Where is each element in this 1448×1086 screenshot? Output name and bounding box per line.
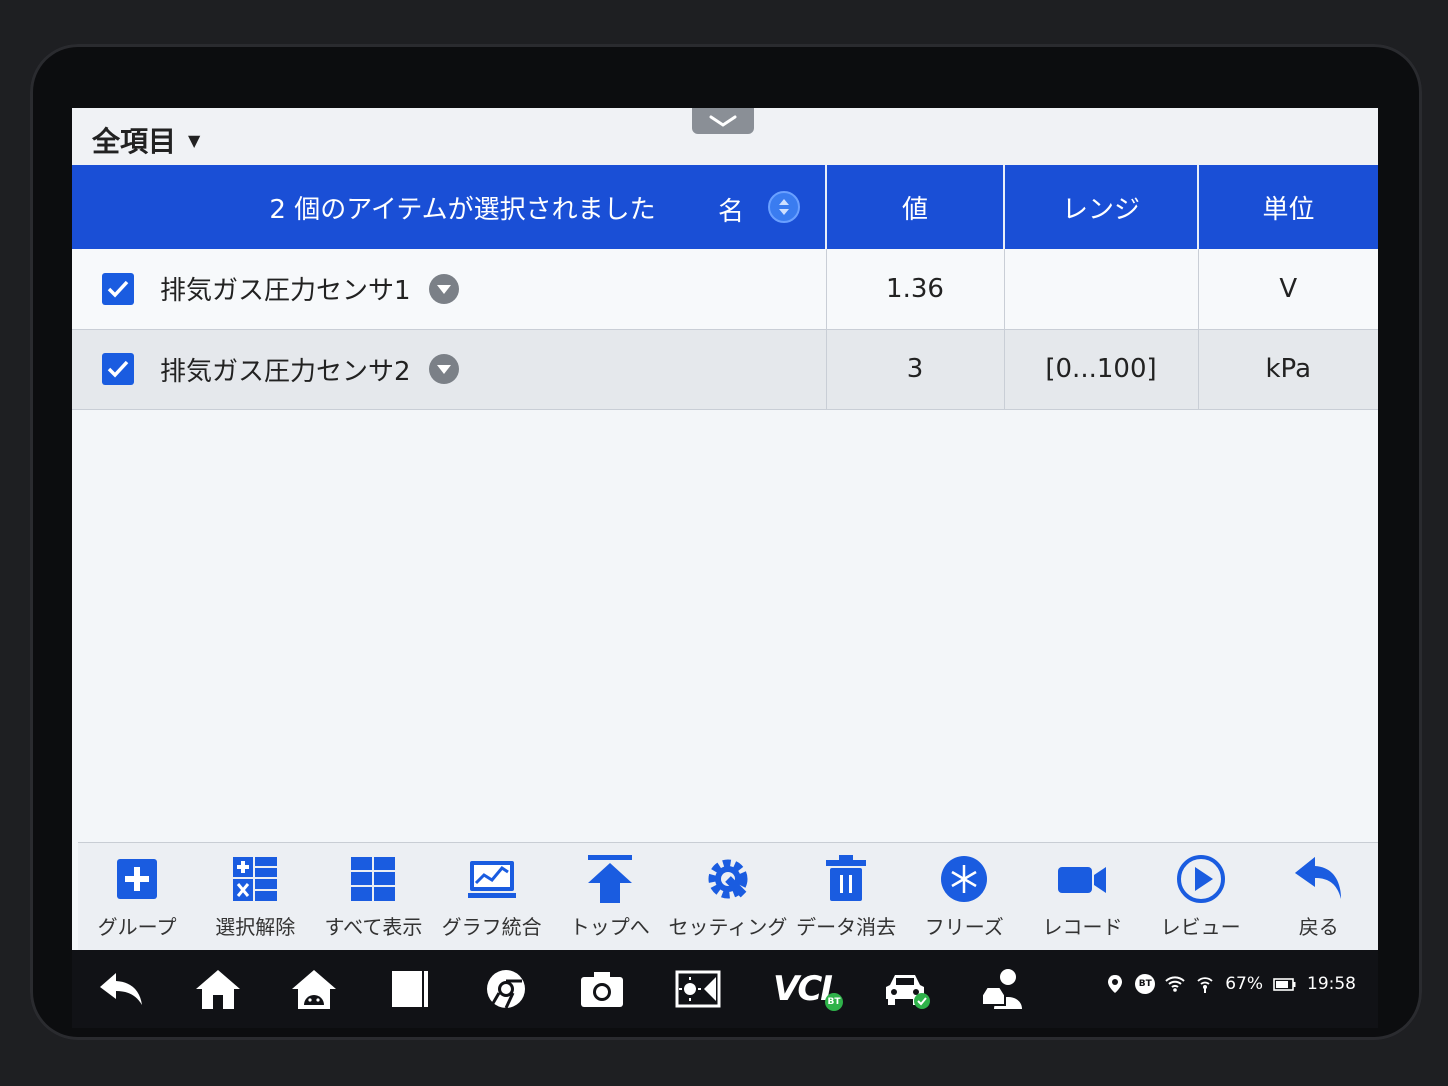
- undo-arrow-icon: [1294, 857, 1341, 899]
- nav-back-button[interactable]: [96, 966, 148, 1012]
- review-button[interactable]: レビュー: [1143, 843, 1259, 940]
- nav-brightness-button[interactable]: [672, 966, 724, 1012]
- clock: 19:58: [1307, 974, 1356, 994]
- to-top-button[interactable]: トップへ: [552, 843, 668, 940]
- nav-home-button[interactable]: [192, 966, 244, 1012]
- bottom-toolbar: グループ 選択解除 すべて表示 グラフ統合 トップへ セッティング データ消去 …: [78, 842, 1378, 950]
- gear-wrench-icon: [708, 859, 748, 899]
- column-header-unit: 単位: [1198, 165, 1378, 249]
- value-cell: 1.36: [826, 249, 1005, 330]
- settings-button[interactable]: セッティング: [669, 843, 787, 940]
- video-camera-icon: [1058, 867, 1107, 893]
- browser-icon: [487, 970, 525, 1009]
- deselect-button[interactable]: 選択解除: [197, 843, 313, 940]
- sort-icon: [779, 199, 789, 215]
- battery-icon: [1273, 978, 1296, 991]
- recent-apps-icon: [392, 971, 428, 1007]
- car-check-icon: [886, 975, 930, 1009]
- screen: 全項目 ▼ 2 個のアイテムが選択されました 名 値 レンジ 単位 排気ガス圧力…: [72, 108, 1378, 1028]
- merge-graph-button[interactable]: グラフ統合: [434, 843, 550, 940]
- vci-status: VCI BT: [773, 969, 843, 1011]
- chevron-down-icon: [709, 115, 737, 127]
- status-bar: BT 67% 19:58: [1105, 974, 1356, 994]
- trash-icon: [826, 855, 867, 901]
- value-cell: 3: [826, 329, 1005, 410]
- arrow-up-icon: [587, 855, 632, 903]
- pull-down-tab[interactable]: [692, 108, 754, 134]
- unit-cell: kPa: [1198, 329, 1378, 410]
- nav-vehicle-button[interactable]: [880, 966, 932, 1012]
- nav-android-home-button[interactable]: [288, 966, 340, 1012]
- freeze-button[interactable]: フリーズ: [906, 843, 1022, 940]
- name-column-label: 名: [718, 197, 745, 227]
- filter-label: 全項目: [92, 125, 177, 158]
- data-table: 2 個のアイテムが選択されました 名 値 レンジ 単位 排気ガス圧力センサ1 1…: [72, 165, 1378, 410]
- brightness-icon: [675, 970, 721, 1008]
- checkmark-icon: [107, 280, 129, 298]
- back-arrow-icon: [100, 973, 142, 1005]
- vci-bt-badge: BT: [824, 993, 843, 1011]
- table-header: 2 個のアイテムが選択されました 名 値 レンジ 単位: [72, 165, 1378, 249]
- column-header-value: 値: [826, 165, 1005, 249]
- hotspot-icon: [1197, 977, 1213, 993]
- column-header-name: 2 個のアイテムが選択されました 名: [72, 165, 827, 249]
- checkmark-icon: [107, 360, 129, 378]
- table-row[interactable]: 排気ガス圧力センサ1 1.36 V: [72, 249, 1378, 330]
- record-button[interactable]: レコード: [1024, 843, 1140, 940]
- unit-cell: V: [1198, 249, 1378, 330]
- camera-icon: [581, 972, 623, 1007]
- group-button[interactable]: グループ: [79, 843, 195, 940]
- calculator-grid-icon: [233, 857, 278, 901]
- bluetooth-badge: BT: [1135, 974, 1156, 994]
- sort-button[interactable]: [768, 191, 800, 223]
- nav-vci-button[interactable]: VCI BT: [768, 966, 843, 1012]
- caret-down-icon: ▼: [188, 130, 201, 150]
- nav-browser-button[interactable]: [480, 966, 532, 1012]
- system-navbar: VCI BT BT 67% 19:58: [72, 950, 1378, 1028]
- row-name: 排気ガス圧力センサ2: [160, 356, 411, 387]
- nav-recents-button[interactable]: [384, 966, 436, 1012]
- home-icon: [196, 970, 240, 1009]
- plus-icon: [117, 859, 158, 899]
- column-header-range: レンジ: [1004, 165, 1199, 249]
- table-row[interactable]: 排気ガス圧力センサ2 3 [0...100] kPa: [72, 329, 1378, 410]
- snowflake-icon: [941, 856, 988, 902]
- nav-screenshot-button[interactable]: [576, 966, 628, 1012]
- android-home-icon: [292, 970, 336, 1009]
- name-cell: 排気ガス圧力センサ2: [72, 329, 827, 410]
- location-icon: [1108, 975, 1123, 993]
- back-button[interactable]: 戻る: [1261, 843, 1377, 940]
- top-bar: 全項目 ▼: [72, 108, 1378, 165]
- row-checkbox[interactable]: [102, 353, 134, 385]
- chart-icon: [467, 861, 516, 898]
- wifi-icon: [1165, 976, 1185, 992]
- clear-data-button[interactable]: データ消去: [788, 843, 904, 940]
- name-cell: 排気ガス圧力センサ1: [72, 249, 827, 330]
- nav-remote-expert-button[interactable]: [976, 966, 1028, 1012]
- grid-icon: [351, 857, 396, 901]
- battery-percent: 67%: [1225, 974, 1263, 994]
- row-name: 排気ガス圧力センサ1: [160, 276, 411, 307]
- show-all-button[interactable]: すべて表示: [315, 843, 431, 940]
- technician-icon: [981, 969, 1022, 1009]
- range-cell: [1004, 249, 1199, 330]
- range-cell: [0...100]: [1004, 329, 1199, 410]
- filter-dropdown[interactable]: 全項目 ▼: [92, 120, 200, 160]
- play-icon: [1176, 855, 1225, 903]
- expand-chevron-icon[interactable]: [428, 354, 459, 384]
- row-checkbox[interactable]: [102, 272, 134, 305]
- expand-chevron-icon[interactable]: [428, 273, 459, 304]
- selection-count-text: 2 個のアイテムが選択されました: [269, 194, 656, 225]
